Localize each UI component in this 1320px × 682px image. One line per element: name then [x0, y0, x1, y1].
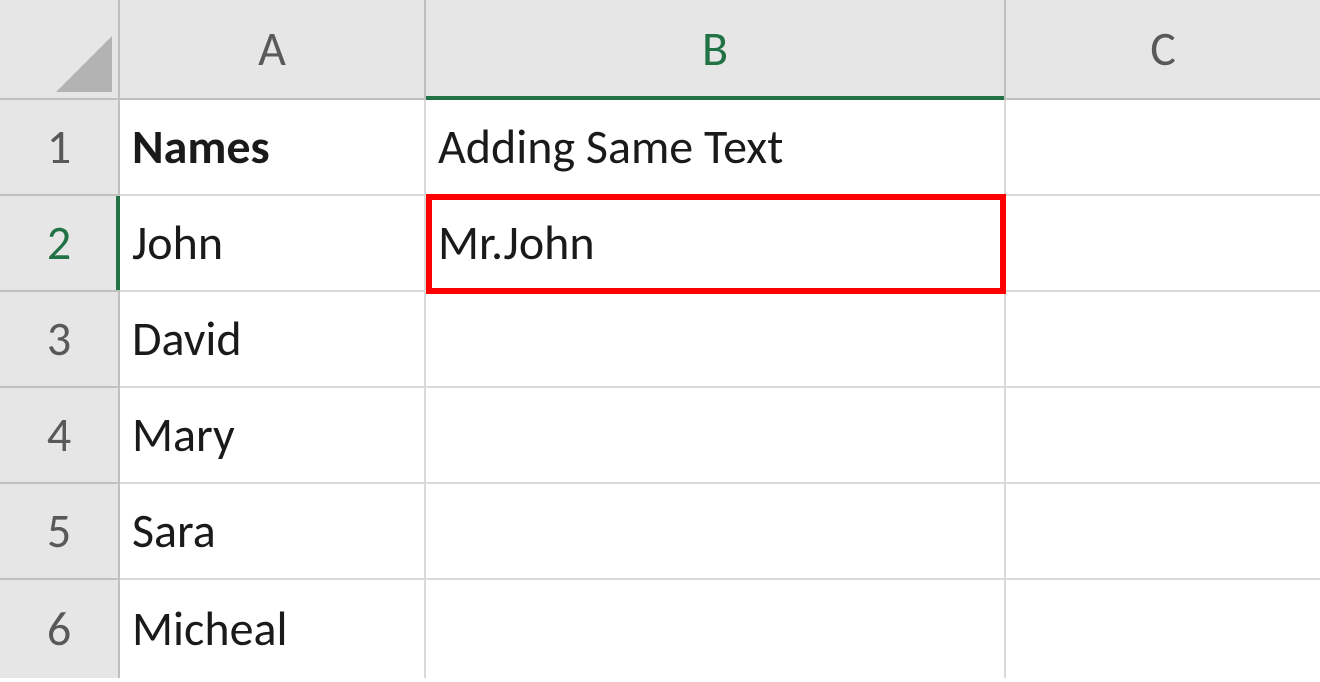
- row-header-6[interactable]: 6: [0, 580, 120, 678]
- select-all-corner[interactable]: [0, 0, 120, 100]
- cell-C6[interactable]: [1006, 580, 1320, 678]
- cell-C4[interactable]: [1006, 388, 1320, 484]
- row-header-5[interactable]: 5: [0, 484, 120, 580]
- row-header-3[interactable]: 3: [0, 292, 120, 388]
- cell-A3[interactable]: David: [120, 292, 426, 388]
- row-header-2[interactable]: 2: [0, 196, 120, 292]
- cell-B3[interactable]: [426, 292, 1006, 388]
- row-header-1[interactable]: 1: [0, 100, 120, 196]
- cell-A4[interactable]: Mary: [120, 388, 426, 484]
- cell-B6[interactable]: [426, 580, 1006, 678]
- cell-C2[interactable]: [1006, 196, 1320, 292]
- cell-C1[interactable]: [1006, 100, 1320, 196]
- cell-B2[interactable]: Mr.John: [426, 196, 1006, 292]
- cell-A1[interactable]: Names: [120, 100, 426, 196]
- spreadsheet-grid: A B C 1 Names Adding Same Text 2 John Mr…: [0, 0, 1320, 682]
- cell-C3[interactable]: [1006, 292, 1320, 388]
- column-header-A[interactable]: A: [120, 0, 426, 100]
- column-header-B[interactable]: B: [426, 0, 1006, 100]
- cell-C5[interactable]: [1006, 484, 1320, 580]
- cell-B5[interactable]: [426, 484, 1006, 580]
- cell-A5[interactable]: Sara: [120, 484, 426, 580]
- row-header-4[interactable]: 4: [0, 388, 120, 484]
- select-all-triangle-icon: [56, 36, 112, 92]
- cell-B1[interactable]: Adding Same Text: [426, 100, 1006, 196]
- cell-A2[interactable]: John: [120, 196, 426, 292]
- cell-B4[interactable]: [426, 388, 1006, 484]
- cell-A6[interactable]: Micheal: [120, 580, 426, 678]
- column-header-C[interactable]: C: [1006, 0, 1320, 100]
